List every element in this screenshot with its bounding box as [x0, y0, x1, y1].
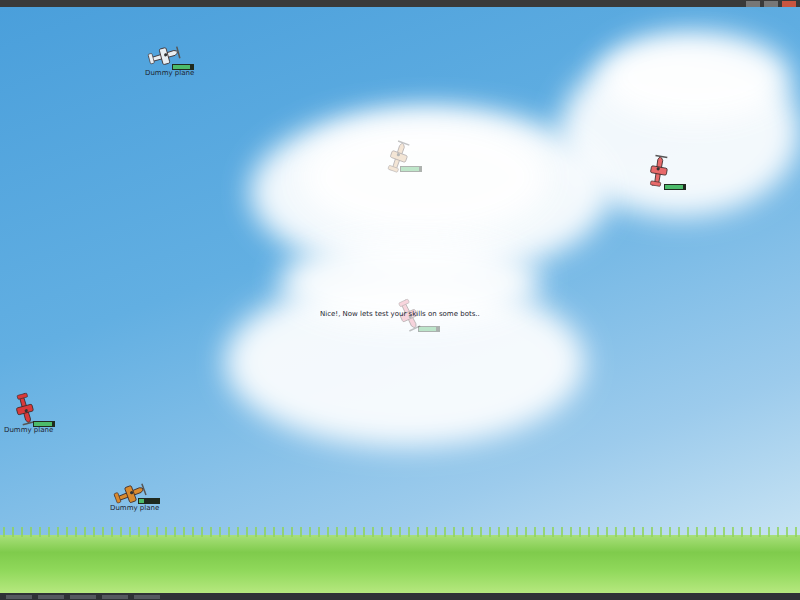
- health-fill: [34, 422, 52, 426]
- grass-ground: [0, 535, 800, 593]
- plane-label: Dummy plane: [145, 70, 194, 78]
- plane: [642, 160, 676, 184]
- minimize-button[interactable]: [746, 1, 760, 7]
- health-fill: [139, 499, 144, 503]
- maximize-button[interactable]: [764, 1, 778, 7]
- close-button[interactable]: [782, 1, 796, 7]
- game-stage[interactable]: Dummy plane Dummy plane Dummy plane Nice!, …: [0, 7, 800, 593]
- health-fill: [419, 327, 436, 331]
- health-bar: [400, 166, 422, 172]
- taskbar: [0, 593, 800, 600]
- plane-label: Dummy plane: [110, 505, 159, 513]
- health-bar: [418, 326, 440, 332]
- health-fill: [401, 167, 419, 171]
- plane-label: Dummy plane: [4, 427, 53, 435]
- tutorial-message: Nice!, Now lets test your skills on some…: [318, 309, 482, 319]
- window-titlebar: [0, 0, 800, 7]
- biplane-icon: [646, 152, 672, 189]
- health-bar: [664, 184, 686, 190]
- health-fill: [665, 185, 683, 189]
- health-bar: [138, 498, 160, 504]
- health-fill: [173, 65, 190, 69]
